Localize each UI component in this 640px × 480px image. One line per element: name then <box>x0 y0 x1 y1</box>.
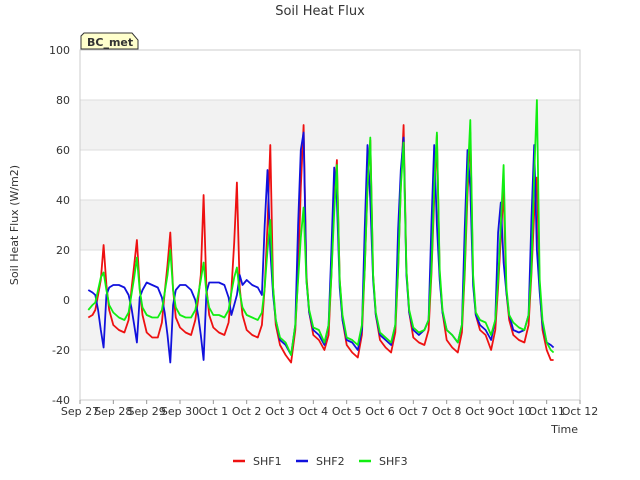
x-tick-label: Oct 4 <box>299 405 329 418</box>
y-tick-label: 80 <box>56 94 70 107</box>
x-tick-label: Oct 2 <box>232 405 262 418</box>
y-tick-label: 20 <box>56 244 70 257</box>
x-tick-label: Oct 6 <box>365 405 395 418</box>
legend-label: SHF1 <box>253 455 282 468</box>
site-badge: BC_met <box>80 32 139 50</box>
soil-heat-flux-chart: -40-20020406080100 Sep 27Sep 28Sep 29Sep… <box>0 0 640 480</box>
y-tick-label: 40 <box>56 194 70 207</box>
x-tick-label: Oct 1 <box>199 405 229 418</box>
legend: SHF1 SHF2 SHF3 <box>233 455 408 468</box>
chart-title: Soil Heat Flux <box>275 4 365 19</box>
x-tick-label: Oct 3 <box>265 405 295 418</box>
y-tick-label: 60 <box>56 144 70 157</box>
x-tick-label: Sep 30 <box>161 405 199 418</box>
site-badge-label: BC_met <box>87 36 133 49</box>
plot-band <box>80 350 580 400</box>
x-tick-label: Oct 8 <box>432 405 462 418</box>
x-tick-label: Oct 12 <box>562 405 599 418</box>
legend-label: SHF2 <box>316 455 345 468</box>
y-tick-label: 0 <box>63 294 70 307</box>
y-axis-label: Soil Heat Flux (W/m2) <box>8 165 21 285</box>
x-tick-label: Oct 11 <box>528 405 565 418</box>
x-axis-label: Time <box>550 423 578 436</box>
plot-band <box>80 100 580 150</box>
legend-label: SHF3 <box>379 455 408 468</box>
y-tick-label: 100 <box>49 44 70 57</box>
x-tick-label: Oct 10 <box>495 405 532 418</box>
x-tick-label: Oct 9 <box>465 405 495 418</box>
plot-band <box>80 50 580 100</box>
y-tick-label: -20 <box>52 344 70 357</box>
x-tick-label: Oct 7 <box>399 405 429 418</box>
x-tick-label: Oct 5 <box>332 405 362 418</box>
